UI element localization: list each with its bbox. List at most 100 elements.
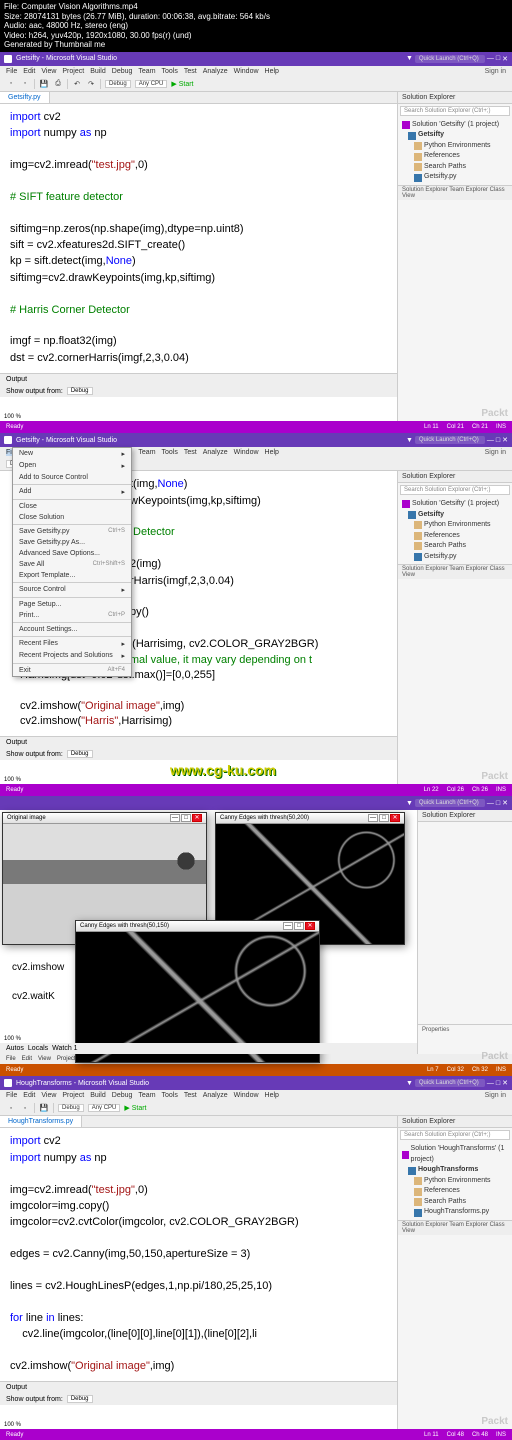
- menu-window[interactable]: Window: [234, 449, 259, 456]
- sign-in-link[interactable]: Sign in: [485, 1092, 506, 1099]
- notification-icon[interactable]: ▼: [406, 55, 413, 62]
- cm-recent-proj[interactable]: Recent Projects and Solutions▸: [13, 650, 131, 662]
- menu-analyze[interactable]: Analyze: [203, 68, 228, 75]
- maximize-icon[interactable]: □: [294, 922, 304, 930]
- tree-env[interactable]: Python Environments: [414, 141, 508, 152]
- menu-test[interactable]: Test: [184, 1092, 197, 1099]
- menu-team[interactable]: Team: [138, 1092, 155, 1099]
- nav-fwd-icon[interactable]: ◦: [20, 79, 30, 89]
- cm-new[interactable]: New▸: [13, 448, 131, 460]
- menu-window[interactable]: Window: [234, 1092, 259, 1099]
- notification-icon[interactable]: ▼: [406, 800, 413, 807]
- tree-ref[interactable]: References: [414, 151, 508, 162]
- cm-exit[interactable]: ExitAlt+F4: [13, 665, 131, 676]
- menu-test[interactable]: Test: [184, 68, 197, 75]
- maximize-icon[interactable]: □: [496, 55, 500, 62]
- close-icon[interactable]: ✕: [192, 814, 202, 822]
- redo-icon[interactable]: ↷: [86, 79, 96, 89]
- close-icon[interactable]: ✕: [502, 436, 508, 444]
- minimize-icon[interactable]: —: [283, 922, 293, 930]
- quick-launch-input[interactable]: Quick Launch (Ctrl+Q): [415, 1079, 485, 1087]
- menu-team[interactable]: Team: [138, 68, 155, 75]
- save-icon[interactable]: 💾: [39, 79, 49, 89]
- show-from-combo[interactable]: Debug: [67, 1395, 93, 1403]
- cm-open[interactable]: Open▸: [13, 460, 131, 472]
- quick-launch-input[interactable]: Quick Launch (Ctrl+Q): [415, 55, 485, 63]
- quick-launch-input[interactable]: Quick Launch (Ctrl+Q): [415, 436, 485, 444]
- img-titlebar[interactable]: Original image —□✕: [3, 813, 206, 824]
- save-icon[interactable]: 💾: [39, 1103, 49, 1113]
- menu-window[interactable]: Window: [234, 68, 259, 75]
- tree-file[interactable]: Getsifty.py: [414, 552, 508, 563]
- menu-build[interactable]: Build: [90, 1092, 106, 1099]
- cm-account[interactable]: Account Settings...: [13, 624, 131, 635]
- titlebar[interactable]: Getsifty - Microsoft Visual Studio ▼ Qui…: [0, 52, 512, 66]
- menu-project[interactable]: Project: [62, 68, 84, 75]
- maximize-icon[interactable]: □: [496, 800, 500, 807]
- save-all-icon[interactable]: ⎙: [53, 79, 63, 89]
- cm-save-all[interactable]: Save AllCtrl+Shift+S: [13, 559, 131, 570]
- tree-env[interactable]: Python Environments: [414, 1176, 508, 1187]
- tab-hough[interactable]: HoughTransforms.py: [0, 1116, 82, 1127]
- menu-file[interactable]: File: [6, 68, 17, 75]
- menu-edit[interactable]: Edit: [23, 1092, 35, 1099]
- minimize-icon[interactable]: —: [487, 1080, 494, 1087]
- sign-in-link[interactable]: Sign in: [485, 68, 506, 75]
- img-titlebar[interactable]: Canny Edges with thresh(50,150) —□✕: [76, 921, 319, 932]
- tree-file[interactable]: Getsifty.py: [414, 172, 508, 183]
- config-combo[interactable]: Debug: [105, 80, 131, 88]
- tree-sp[interactable]: Search Paths: [414, 541, 508, 552]
- maximize-icon[interactable]: □: [496, 437, 500, 444]
- cm-close[interactable]: Close: [13, 501, 131, 512]
- tree-ref[interactable]: References: [414, 531, 508, 542]
- tree-project[interactable]: Getsifty: [408, 510, 508, 521]
- tree-project[interactable]: HoughTransforms: [408, 1165, 508, 1176]
- close-icon[interactable]: ✕: [305, 922, 315, 930]
- menu-tools[interactable]: Tools: [162, 449, 178, 456]
- se-search-input[interactable]: Search Solution Explorer (Ctrl+;): [400, 1130, 510, 1140]
- tree-env[interactable]: Python Environments: [414, 520, 508, 531]
- watch-tab[interactable]: Watch 1: [52, 1045, 77, 1052]
- tree-solution[interactable]: Solution 'Getsifty' (1 project): [402, 499, 508, 510]
- menu-file[interactable]: File: [6, 1092, 17, 1099]
- platform-combo[interactable]: Any CPU: [88, 1104, 121, 1112]
- config-combo[interactable]: Debug: [58, 1104, 84, 1112]
- close-icon[interactable]: ✕: [502, 799, 508, 807]
- menu-tools[interactable]: Tools: [162, 68, 178, 75]
- tree-sp[interactable]: Search Paths: [414, 1197, 508, 1208]
- menu-view[interactable]: View: [41, 1092, 56, 1099]
- code-editor[interactable]: import cv2 import numpy as np img=cv2.im…: [0, 104, 397, 373]
- tab-getsifty[interactable]: Getsifty.py: [0, 92, 50, 103]
- se-search-input[interactable]: Search Solution Explorer (Ctrl+;): [400, 485, 510, 495]
- close-icon[interactable]: ✕: [502, 55, 508, 63]
- cm-adv-save[interactable]: Advanced Save Options...: [13, 548, 131, 559]
- locals-tab[interactable]: Locals: [28, 1045, 48, 1052]
- minimize-icon[interactable]: —: [487, 800, 494, 807]
- tree-file[interactable]: HoughTransforms.py: [414, 1207, 508, 1218]
- titlebar[interactable]: Getsifty - Microsoft Visual Studio ▼ Qui…: [0, 433, 512, 447]
- output-body[interactable]: [0, 397, 397, 413]
- cm-src-ctrl[interactable]: Source Control▸: [13, 584, 131, 596]
- titlebar[interactable]: HoughTransforms - Microsoft Visual Studi…: [0, 1076, 512, 1090]
- output-tab[interactable]: Output: [6, 376, 27, 383]
- menu-test[interactable]: Test: [184, 449, 197, 456]
- autos-tab[interactable]: Autos: [6, 1045, 24, 1052]
- cm-close-sln[interactable]: Close Solution: [13, 512, 131, 523]
- cm-recent-files[interactable]: Recent Files▸: [13, 638, 131, 650]
- img-titlebar[interactable]: Canny Edges with thresh(50,200) —□✕: [216, 813, 404, 824]
- maximize-icon[interactable]: □: [181, 814, 191, 822]
- output-body[interactable]: [0, 1405, 397, 1421]
- tree-sp[interactable]: Search Paths: [414, 162, 508, 173]
- titlebar[interactable]: ▼ Quick Launch (Ctrl+Q) — □ ✕: [0, 796, 512, 810]
- menu-analyze[interactable]: Analyze: [203, 449, 228, 456]
- sign-in-link[interactable]: Sign in: [485, 449, 506, 456]
- close-icon[interactable]: ✕: [390, 814, 400, 822]
- menu-analyze[interactable]: Analyze: [203, 1092, 228, 1099]
- nav-back-icon[interactable]: ◦: [6, 79, 16, 89]
- se-search-input[interactable]: Search Solution Explorer (Ctrl+;): [400, 106, 510, 116]
- menu-team[interactable]: Team: [138, 449, 155, 456]
- cm-export[interactable]: Export Template...: [13, 570, 131, 581]
- menu-build[interactable]: Build: [90, 68, 106, 75]
- quick-launch-input[interactable]: Quick Launch (Ctrl+Q): [415, 799, 485, 807]
- menu-project[interactable]: Project: [62, 1092, 84, 1099]
